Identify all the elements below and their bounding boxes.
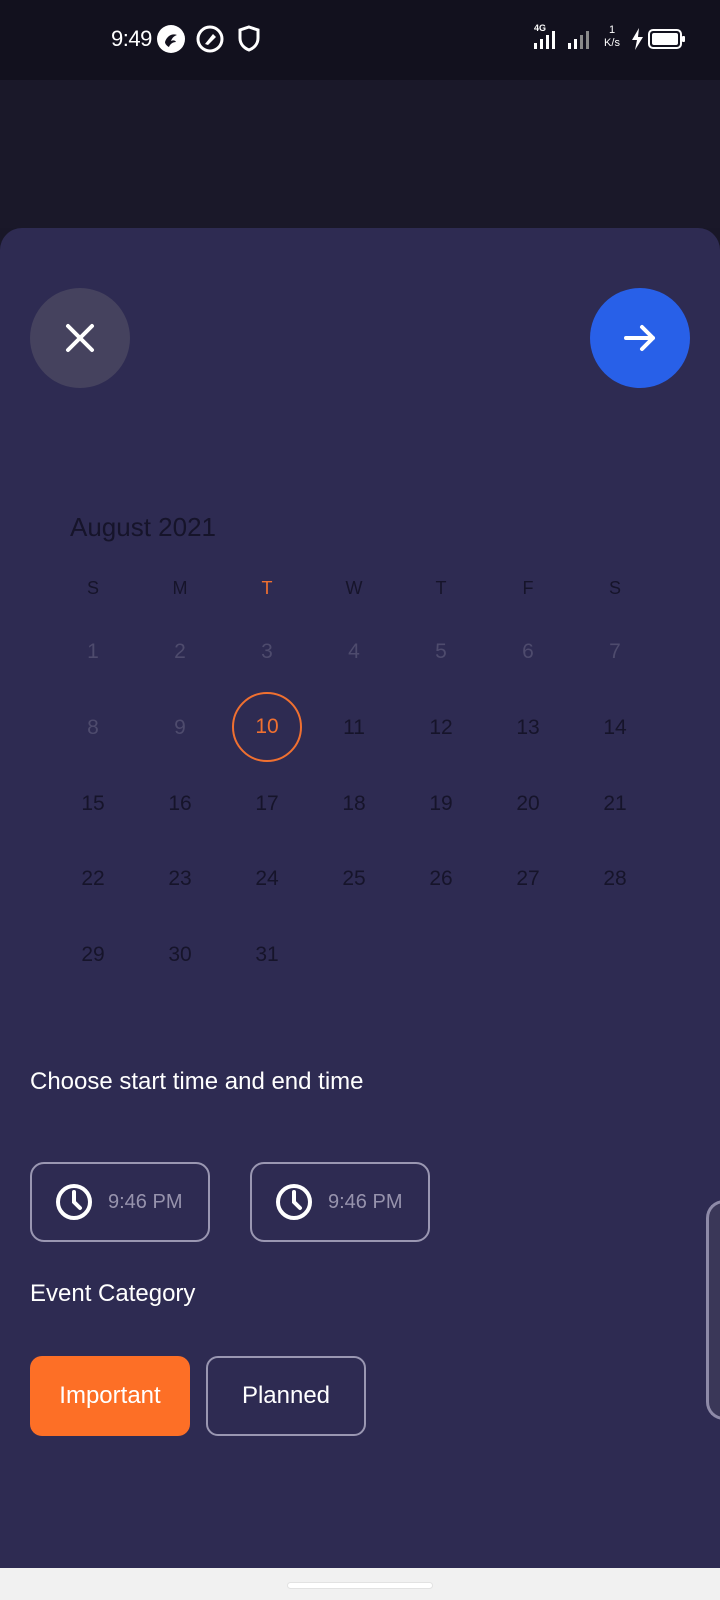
calendar-day[interactable]: 20 [488, 792, 568, 816]
next-button[interactable] [590, 288, 690, 388]
weibo-icon [156, 24, 186, 59]
network-speed-value: 1 [608, 24, 616, 36]
calendar-day[interactable]: 16 [140, 792, 220, 816]
calendar-day-selected[interactable]: 10 [232, 692, 302, 762]
start-time-button[interactable]: 9:46 PM [30, 1162, 210, 1242]
calendar-day[interactable]: 24 [227, 867, 307, 891]
network-speed-unit: K/s [604, 37, 620, 49]
weekday-label: S [608, 578, 621, 598]
weekday-label: W [345, 578, 363, 598]
calendar-day[interactable]: 12 [401, 716, 481, 740]
shield-icon [236, 24, 262, 59]
calendar-day[interactable]: 28 [575, 867, 655, 891]
calendar-day: 5 [435, 640, 447, 663]
calendar-day[interactable]: 21 [575, 792, 655, 816]
weekday-label: F [522, 578, 534, 598]
calendar-day[interactable]: 22 [53, 867, 133, 891]
event-bottom-sheet: August 2021 S M T W T F S 1 2 3 4 5 6 7 8 9 10 11 12 13 14 15… [0, 228, 720, 1568]
network-label: 4G [534, 23, 546, 33]
calendar-day[interactable]: 18 [314, 792, 394, 816]
calendar-day: 3 [261, 640, 273, 663]
status-bar: 9:49 4G 1 K/s [0, 0, 720, 80]
calendar-day: 6 [522, 640, 534, 663]
start-time-value: 9:46 PM [108, 1190, 183, 1213]
battery-icon [648, 28, 686, 55]
calendar-day[interactable]: 15 [53, 792, 133, 816]
category-planned-chip[interactable]: Planned [206, 1356, 366, 1436]
close-button[interactable] [30, 288, 130, 388]
signal-icon [566, 22, 596, 57]
home-gesture-pill[interactable] [288, 1583, 432, 1588]
calendar-day[interactable]: 13 [488, 716, 568, 740]
calendar-day[interactable]: 25 [314, 867, 394, 891]
calendar-day: 8 [87, 716, 99, 739]
calendar-day[interactable]: 19 [401, 792, 481, 816]
weekday-label: T [261, 578, 273, 598]
weekday-label: M [172, 578, 188, 598]
arrow-right-icon [624, 325, 655, 351]
time-section-title: Choose start time and end time [30, 1068, 364, 1095]
status-time: 9:49 [111, 26, 152, 51]
end-time-value: 9:46 PM [328, 1190, 403, 1213]
navigation-bar [0, 1568, 720, 1600]
calendar-month-label: August 2021 [70, 512, 217, 542]
dimmed-backdrop[interactable] [0, 80, 720, 228]
network-speed: 1 K/s [600, 24, 624, 50]
app-notification-icon [195, 24, 225, 59]
calendar-day: 2 [174, 640, 186, 663]
end-time-button[interactable]: 9:46 PM [250, 1162, 430, 1242]
calendar-day[interactable]: 29 [53, 943, 133, 967]
category-important-chip[interactable]: Important [30, 1356, 190, 1436]
clock-icon [56, 1184, 92, 1220]
side-panel-handle[interactable] [706, 1200, 720, 1420]
signal-4g-icon: 4G [532, 22, 562, 57]
charging-icon [630, 26, 646, 57]
calendar-day[interactable]: 31 [227, 943, 307, 967]
calendar-day: 7 [609, 640, 621, 663]
calendar-day: 9 [174, 716, 186, 739]
weekday-label: T [435, 578, 447, 598]
calendar-day[interactable]: 27 [488, 867, 568, 891]
calendar-day[interactable]: 30 [140, 943, 220, 967]
close-icon [66, 324, 94, 352]
calendar-day[interactable]: 14 [575, 716, 655, 740]
clock-icon [276, 1184, 312, 1220]
calendar-day: 4 [348, 640, 360, 663]
calendar-day[interactable]: 26 [401, 867, 481, 891]
category-section-title: Event Category [30, 1280, 196, 1307]
calendar-day[interactable]: 11 [314, 716, 394, 740]
calendar-day: 1 [87, 640, 99, 663]
weekday-label: S [86, 578, 99, 598]
calendar-day[interactable]: 23 [140, 867, 220, 891]
calendar-day[interactable]: 17 [227, 792, 307, 816]
